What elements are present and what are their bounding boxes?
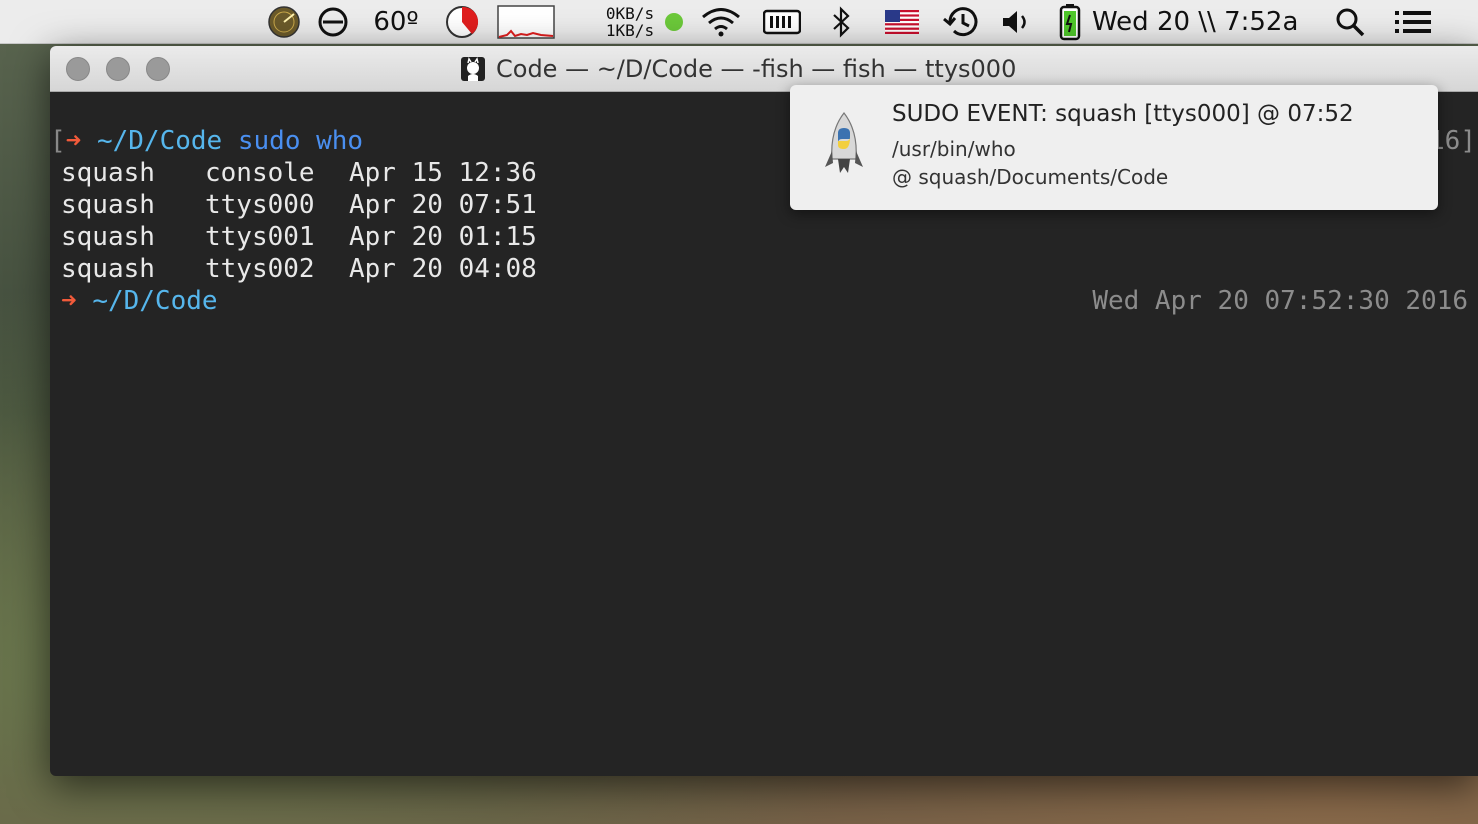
- right-timestamp: Wed Apr 20 07:52:30 2016: [1092, 286, 1468, 316]
- net-down-label: 0KB/s: [605, 4, 655, 23]
- menu-bar: 60º 0KB/s 1KB/s Wed 20 \\ 7:52a: [0, 0, 1478, 44]
- user-cell: squash: [61, 158, 155, 188]
- volume-icon[interactable]: [998, 0, 1034, 44]
- bluetooth-icon[interactable]: [825, 0, 857, 44]
- notification-title: SUDO EVENT: squash [ttys000] @ 07:52: [892, 101, 1354, 127]
- date-cell: Apr 15 12:36: [349, 158, 537, 188]
- us-flag-icon[interactable]: [884, 0, 920, 44]
- search-icon[interactable]: [1332, 0, 1368, 44]
- date-cell: Apr 20 01:15: [349, 222, 537, 252]
- radar-icon[interactable]: [266, 0, 302, 44]
- output-row: squash ttys001 Apr 20 01:15: [61, 221, 537, 253]
- prompt-path: ~/D/Code: [96, 126, 223, 156]
- prompt-arrow: ➜: [65, 126, 82, 156]
- network-speed[interactable]: 0KB/s 1KB/s: [600, 0, 660, 44]
- prompt-arrow: ➜: [61, 286, 77, 316]
- time-machine-icon[interactable]: [940, 0, 982, 44]
- sync-icon[interactable]: [315, 0, 351, 44]
- user-cell: squash: [61, 190, 155, 220]
- github-folder-icon: [460, 56, 486, 82]
- close-button[interactable]: [66, 57, 90, 81]
- tty-cell: console: [205, 158, 315, 188]
- date-cell: Apr 20 07:51: [349, 190, 537, 220]
- prompt-command: sudo who: [237, 126, 364, 156]
- output-row: squash console Apr 15 12:36: [61, 157, 537, 189]
- cpu-pie-icon[interactable]: [443, 0, 481, 44]
- net-up-label: 1KB/s: [605, 21, 655, 40]
- zoom-button[interactable]: [146, 57, 170, 81]
- output-row: squash ttys002 Apr 20 04:08: [61, 253, 537, 285]
- user-cell: squash: [61, 222, 155, 252]
- battery-bars-icon[interactable]: [762, 0, 802, 44]
- prompt-line-2: ➜ ~/D/Code: [61, 285, 218, 317]
- temperature-label[interactable]: 60º: [366, 0, 426, 44]
- tty-cell: ttys001: [205, 222, 315, 252]
- clock-label[interactable]: Wed 20 \\ 7:52a: [1092, 0, 1306, 44]
- activity-graph-icon[interactable]: [496, 0, 556, 44]
- tty-cell: ttys002: [205, 254, 315, 284]
- notification-line-1: /usr/bin/who: [892, 137, 1016, 161]
- prompt-line-1: [➜ ~/D/Code sudo who: [50, 125, 363, 157]
- user-cell: squash: [61, 254, 155, 284]
- battery-icon[interactable]: [1056, 0, 1084, 44]
- prompt-bracket: [: [50, 126, 66, 156]
- status-dot-icon: [662, 0, 686, 44]
- list-icon[interactable]: [1392, 0, 1434, 44]
- date-cell: Apr 20 04:08: [349, 254, 537, 284]
- minimize-button[interactable]: [106, 57, 130, 81]
- output-row: squash ttys000 Apr 20 07:51: [61, 189, 537, 221]
- prompt-path: ~/D/Code: [92, 286, 218, 316]
- notification-line-2: @ squash/Documents/Code: [892, 165, 1169, 189]
- wifi-icon[interactable]: [698, 0, 744, 44]
- window-title: Code — ~/D/Code — -fish — fish — ttys000: [496, 54, 1017, 83]
- tty-cell: ttys000: [205, 190, 315, 220]
- python-rocket-icon: [824, 111, 864, 181]
- notification-banner[interactable]: SUDO EVENT: squash [ttys000] @ 07:52 /us…: [790, 85, 1438, 210]
